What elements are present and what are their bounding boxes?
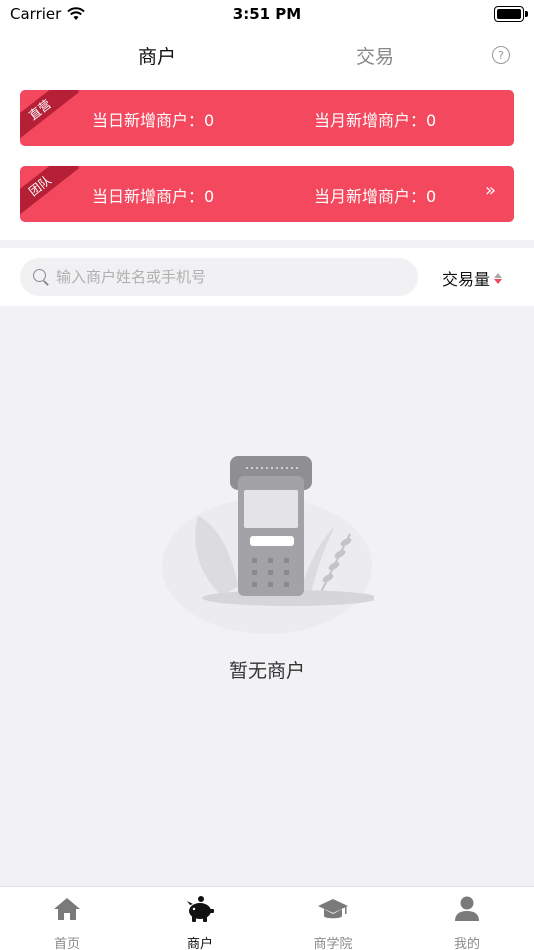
monthly-new-merchants: 当月新增商户：0 [314, 107, 436, 131]
user-icon [455, 896, 479, 921]
help-icon[interactable]: ? [492, 46, 510, 64]
tab-academy[interactable]: 商学院 [293, 893, 373, 950]
tab-merchant-nav[interactable]: 商户 [160, 893, 240, 950]
sort-label: 交易量 [442, 270, 491, 289]
graduation-cap-icon [318, 899, 348, 919]
sort-by-volume-button[interactable]: 交易量 [442, 266, 503, 290]
tab-mine[interactable]: 我的 [427, 893, 507, 950]
daily-new-merchants: 当日新增商户：0 [92, 183, 214, 207]
double-chevron-right-icon[interactable]: » [485, 180, 496, 201]
ribbon-wrapper: 直营 [20, 90, 80, 146]
search-input[interactable] [56, 268, 396, 286]
empty-pos-terminal-icon [162, 456, 374, 634]
tab-merchant-label: 商户 [186, 937, 213, 950]
monthly-label: 当月新增商户： [314, 187, 427, 206]
daily-label: 当日新增商户： [92, 187, 205, 206]
daily-new-merchants: 当日新增商户：0 [92, 107, 214, 131]
monthly-label: 当月新增商户： [314, 111, 427, 130]
monthly-new-merchants: 当月新增商户：0 [314, 183, 436, 207]
daily-value: 0 [204, 111, 215, 130]
tab-home-label: 首页 [53, 937, 80, 950]
status-bar: Carrier 3:51 PM [0, 0, 534, 30]
monthly-value: 0 [426, 111, 437, 130]
bottom-tab-bar: 首页 商户 商学院 我的 [0, 886, 534, 950]
section-divider [0, 240, 534, 248]
battery-icon [494, 6, 528, 22]
daily-value: 0 [204, 187, 215, 206]
status-time: 3:51 PM [232, 5, 302, 23]
tab-home[interactable]: 首页 [27, 893, 107, 950]
search-icon [32, 268, 50, 286]
tab-transaction[interactable]: 交易 [356, 42, 394, 69]
merchant-list-area: 暂无商户 [0, 306, 534, 886]
daily-label: 当日新增商户： [92, 111, 205, 130]
tab-mine-label: 我的 [453, 937, 480, 950]
team-ribbon: 团队 [20, 166, 80, 220]
search-bar[interactable] [20, 258, 418, 296]
piggy-bank-icon [187, 896, 214, 922]
direct-merchant-card[interactable]: 直营 当日新增商户：0 当月新增商户：0 [20, 90, 514, 146]
home-icon [54, 898, 80, 920]
tab-academy-label: 商学院 [313, 937, 353, 950]
top-tabs: 商户 交易 ? [0, 30, 534, 80]
team-merchant-card[interactable]: 团队 当日新增商户：0 当月新增商户：0 » [20, 166, 514, 222]
tab-merchant[interactable]: 商户 [138, 42, 176, 69]
direct-ribbon: 直营 [20, 90, 80, 144]
ribbon-wrapper: 团队 [20, 166, 80, 222]
sort-arrows-icon [494, 272, 503, 284]
monthly-value: 0 [426, 187, 437, 206]
empty-message: 暂无商户 [228, 660, 305, 682]
